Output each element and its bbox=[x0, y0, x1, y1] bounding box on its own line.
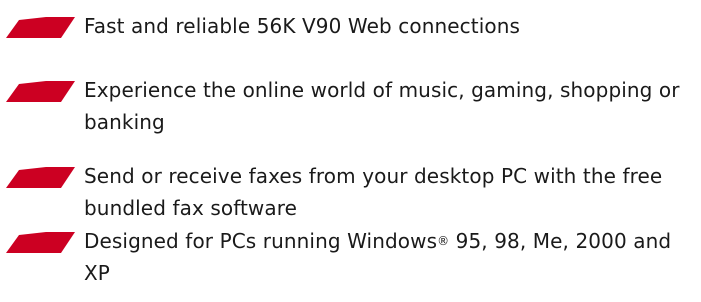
red-parallelogram-bullet-icon bbox=[6, 232, 75, 253]
feature-item: Experience the online world of music, ga… bbox=[0, 74, 701, 144]
red-parallelogram-bullet-icon bbox=[6, 17, 75, 38]
feature-text-part: Designed for PCs running Windows bbox=[84, 229, 438, 253]
feature-text: Experience the online world of music, ga… bbox=[84, 78, 680, 134]
feature-item: Send or receive faxes from your desktop … bbox=[0, 160, 701, 230]
feature-item: Fast and reliable 56K V90 Web connection… bbox=[0, 10, 701, 80]
registered-trademark-symbol: ® bbox=[437, 234, 450, 248]
red-parallelogram-bullet-icon bbox=[6, 232, 75, 253]
feature-item: Designed for PCs running Windows® 95, 98… bbox=[0, 225, 701, 295]
red-parallelogram-bullet-icon bbox=[6, 81, 75, 102]
feature-text: Designed for PCs running Windows® 95, 98… bbox=[84, 225, 684, 289]
red-parallelogram-bullet-icon bbox=[6, 167, 75, 188]
feature-text: Send or receive faxes from your desktop … bbox=[84, 164, 663, 220]
feature-text: Fast and reliable 56K V90 Web connection… bbox=[84, 14, 520, 38]
red-parallelogram-bullet-icon bbox=[6, 81, 75, 102]
red-parallelogram-bullet-icon bbox=[6, 17, 75, 38]
red-parallelogram-bullet-icon bbox=[6, 167, 75, 188]
